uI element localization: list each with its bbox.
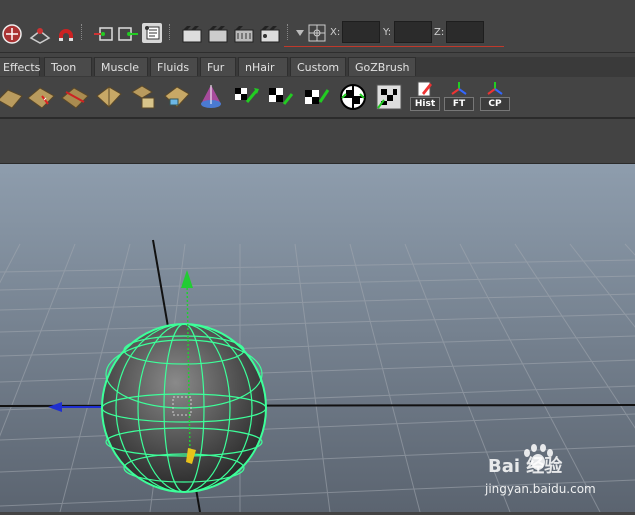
cone-light-icon[interactable]: [196, 82, 226, 112]
uv-tile-icon[interactable]: [162, 82, 192, 112]
render-settings-icon[interactable]: [258, 22, 282, 46]
tab-muscle[interactable]: Muscle: [94, 57, 148, 76]
plane-fold-icon[interactable]: [0, 82, 26, 112]
hist-label: Hist: [410, 97, 440, 111]
tab-fluids[interactable]: Fluids: [150, 57, 198, 76]
checker-uv-icon-1[interactable]: [232, 82, 262, 112]
watermark-brand: Bai 经验: [488, 456, 563, 477]
tab-nhair[interactable]: nHair: [238, 57, 288, 76]
cp-label: CP: [480, 97, 510, 111]
shelf: Hist FT CP: [0, 77, 635, 119]
hist-button[interactable]: Hist: [410, 81, 440, 111]
uv-layout-icon[interactable]: [128, 82, 158, 112]
freeze-transform-axis-icon: [451, 82, 467, 95]
panel-menu-bar: [0, 119, 635, 164]
highlight-underline: [284, 46, 504, 47]
x-field[interactable]: [342, 21, 380, 43]
center-pivot-axis-icon: [487, 82, 503, 95]
render-frame-icon[interactable]: [206, 22, 230, 46]
separator: [287, 24, 290, 40]
tab-gozbrush[interactable]: GoZBrush: [348, 57, 416, 76]
uv-cut-icon[interactable]: [26, 82, 56, 112]
ft-button[interactable]: FT: [444, 81, 474, 111]
magnet-icon[interactable]: [54, 22, 78, 46]
checker-uv-icon-2[interactable]: [266, 82, 296, 112]
z-label: Z:: [434, 27, 445, 38]
transform-mode-icon[interactable]: [308, 24, 326, 42]
watermark-url: jingyan.baidu.com: [485, 482, 596, 496]
dropdown-arrow-icon[interactable]: [296, 30, 304, 36]
snap-to-curve-icon[interactable]: [28, 22, 52, 46]
checker-map-icon[interactable]: [374, 82, 404, 112]
separator: [169, 24, 172, 40]
ipr-render-icon[interactable]: [232, 22, 256, 46]
y-field[interactable]: [394, 21, 432, 43]
separator: [81, 24, 84, 40]
z-field[interactable]: [446, 21, 484, 43]
uv-split-icon[interactable]: [60, 82, 90, 112]
status-line: X: Y: Z:: [0, 0, 635, 53]
tab-effects[interactable]: Effects: [0, 57, 40, 76]
tab-custom[interactable]: Custom: [290, 57, 346, 76]
checker-sphere-icon[interactable]: [338, 82, 368, 112]
construction-history-icon[interactable]: [140, 21, 164, 45]
y-label: Y:: [383, 27, 392, 38]
tab-fur[interactable]: Fur: [200, 57, 236, 76]
output-connections-icon[interactable]: [116, 22, 140, 46]
uv-unfold-icon[interactable]: [94, 82, 124, 112]
cp-button[interactable]: CP: [480, 81, 510, 111]
input-connections-icon[interactable]: [92, 22, 116, 46]
sphere-object[interactable]: [101, 323, 267, 493]
tab-toon[interactable]: Toon: [44, 57, 92, 76]
x-label: X:: [330, 27, 341, 38]
pencil-icon: [417, 81, 432, 97]
ft-label: FT: [444, 97, 474, 111]
render-view-icon[interactable]: [180, 22, 204, 46]
snap-to-grid-icon[interactable]: [0, 22, 24, 46]
shelf-tab-bar: Effects Toon Muscle Fluids Fur nHair Cus…: [0, 57, 635, 78]
x-axis-line: [0, 404, 635, 407]
checker-uv-icon-3[interactable]: [302, 82, 332, 112]
